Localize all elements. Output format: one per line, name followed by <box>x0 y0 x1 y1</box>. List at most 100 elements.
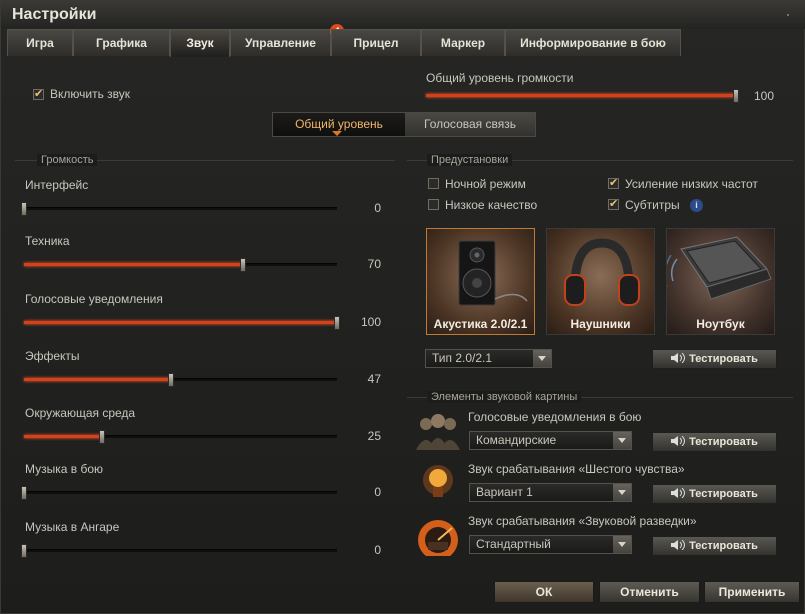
tab-controls[interactable]: Управление4 <box>230 24 344 56</box>
title-bar: Настройки · <box>1 1 805 29</box>
master-volume-value: 100 <box>753 89 774 103</box>
ok-button[interactable]: ОК <box>494 581 594 603</box>
night-mode-label: Ночной режим <box>445 177 526 191</box>
volume-slider-label: Музыка в бою <box>25 462 104 476</box>
volume-slider-label: Интерфейс <box>25 178 89 192</box>
close-icon[interactable]: · <box>778 4 798 24</box>
cancel-button[interactable]: Отменить <box>599 581 700 603</box>
tab-sight[interactable]: Прицел <box>331 29 421 56</box>
chevron-down-icon <box>533 350 551 367</box>
low-quality-label: Низкое качество <box>445 198 538 212</box>
volume-slider-value: 0 <box>374 201 381 215</box>
bass-boost-checkbox[interactable] <box>608 176 619 189</box>
volume-slider[interactable] <box>24 316 340 330</box>
window-title: Настройки <box>12 6 97 23</box>
volume-slider-value: 70 <box>367 257 381 271</box>
device-speakers[interactable]: Акустика 2.0/2.1 <box>426 228 535 335</box>
test-speakers-button[interactable]: Тестировать <box>652 349 777 369</box>
test-element-button[interactable]: Тестировать <box>652 484 777 504</box>
volume-slider[interactable] <box>24 373 337 387</box>
sound-icon <box>671 436 686 446</box>
test-speakers-label: Тестировать <box>689 353 758 365</box>
slider-track <box>24 549 337 552</box>
tab-controls-label: Управление <box>245 36 316 50</box>
sound-icon <box>671 353 686 363</box>
chevron-down-icon <box>613 432 631 449</box>
night-mode-checkbox[interactable] <box>428 178 439 189</box>
tab-graphics[interactable]: Графика <box>73 29 170 56</box>
element-label: Голосовые уведомления в бою <box>468 410 642 424</box>
sound-icon <box>671 488 686 498</box>
device-laptop-label: Ноутбук <box>696 317 745 331</box>
volume-slider-label: Окружающая среда <box>25 406 136 420</box>
device-laptop[interactable]: Ноутбук <box>666 228 775 335</box>
master-volume-slider[interactable] <box>426 89 739 103</box>
element-label: Звук срабатывания «Шестого чувства» <box>468 462 685 476</box>
bass-boost-label: Усиление низких частот <box>625 177 758 191</box>
sound-icon <box>671 540 686 550</box>
volume-slider-label: Эффекты <box>25 349 80 363</box>
device-headphones[interactable]: Наушники <box>546 228 655 335</box>
device-headphones-label: Наушники <box>570 317 631 331</box>
volume-group-title: Громкость <box>37 154 98 166</box>
volume-slider[interactable] <box>21 486 337 500</box>
laptop-icon <box>667 236 772 300</box>
volume-slider[interactable] <box>21 544 337 558</box>
headphones-icon <box>564 238 640 306</box>
enable-sound-checkbox[interactable] <box>33 87 44 100</box>
apply-button[interactable]: Применить <box>704 581 800 603</box>
element-label: Звук срабатывания «Звуковой разведки» <box>468 514 697 528</box>
volume-slider-value: 0 <box>374 485 381 499</box>
volume-slider-label: Музыка в Ангаре <box>25 520 120 534</box>
subtitles-label: Субтитры <box>625 198 680 212</box>
test-element-label: Тестировать <box>689 436 758 448</box>
slider-thumb[interactable] <box>240 258 247 272</box>
test-element-button[interactable]: Тестировать <box>652 536 777 556</box>
speaker-type-dropdown[interactable]: Тип 2.0/2.1 <box>425 349 552 368</box>
slider-fill <box>24 321 337 324</box>
element-dropdown-value: Вариант 1 <box>476 485 533 499</box>
volume-slider[interactable] <box>21 202 337 216</box>
slider-fill <box>24 263 244 266</box>
tab-game-label: Игра <box>26 36 54 50</box>
tab-battle-info[interactable]: Информирование в бою <box>505 29 681 56</box>
volume-slider-value: 25 <box>367 429 381 443</box>
subtitles-checkbox[interactable] <box>608 197 619 210</box>
volume-slider[interactable] <box>24 430 337 444</box>
volume-slider[interactable] <box>24 258 337 272</box>
slider-track <box>24 207 337 210</box>
volume-slider-value: 47 <box>367 372 381 386</box>
tab-marker[interactable]: Маркер <box>421 29 505 56</box>
slider-thumb[interactable] <box>21 544 27 558</box>
chevron-down-icon <box>613 536 631 553</box>
slider-thumb[interactable] <box>99 430 106 444</box>
element-dropdown-value: Стандартный <box>476 537 551 551</box>
tab-game[interactable]: Игра <box>7 29 73 56</box>
element-dropdown[interactable]: Командирские <box>469 431 632 450</box>
slider-fill <box>24 378 172 381</box>
slider-thumb[interactable] <box>21 486 27 500</box>
tab-marker-label: Маркер <box>440 36 486 50</box>
info-icon[interactable]: i <box>690 199 703 212</box>
tab-sound[interactable]: Звук <box>170 29 230 57</box>
volume-slider-value: 100 <box>360 315 381 329</box>
device-speakers-label: Акустика 2.0/2.1 <box>433 317 528 331</box>
segment-voice-chat[interactable]: Голосовая связь <box>405 113 535 136</box>
low-quality-checkbox[interactable] <box>428 199 439 210</box>
tab-sound-label: Звук <box>186 36 214 50</box>
volume-slider-label: Техника <box>25 234 70 248</box>
element-dropdown[interactable]: Вариант 1 <box>469 483 632 502</box>
slider-thumb[interactable] <box>334 316 340 330</box>
slider-thumb[interactable] <box>21 202 27 216</box>
test-element-button[interactable]: Тестировать <box>652 432 777 452</box>
volume-slider-label: Голосовые уведомления <box>25 292 163 306</box>
master-volume-label: Общий уровень громкости <box>426 71 574 85</box>
slider-thumb[interactable] <box>168 373 175 387</box>
slider-fill <box>24 435 103 438</box>
volume-mode-switch: Общий уровень Голосовая связь <box>272 112 536 137</box>
slider-fill <box>426 94 736 97</box>
slider-thumb[interactable] <box>733 89 739 103</box>
speaker-icon <box>458 240 528 306</box>
element-dropdown[interactable]: Стандартный <box>469 535 632 554</box>
segment-indicator-icon <box>332 131 342 136</box>
